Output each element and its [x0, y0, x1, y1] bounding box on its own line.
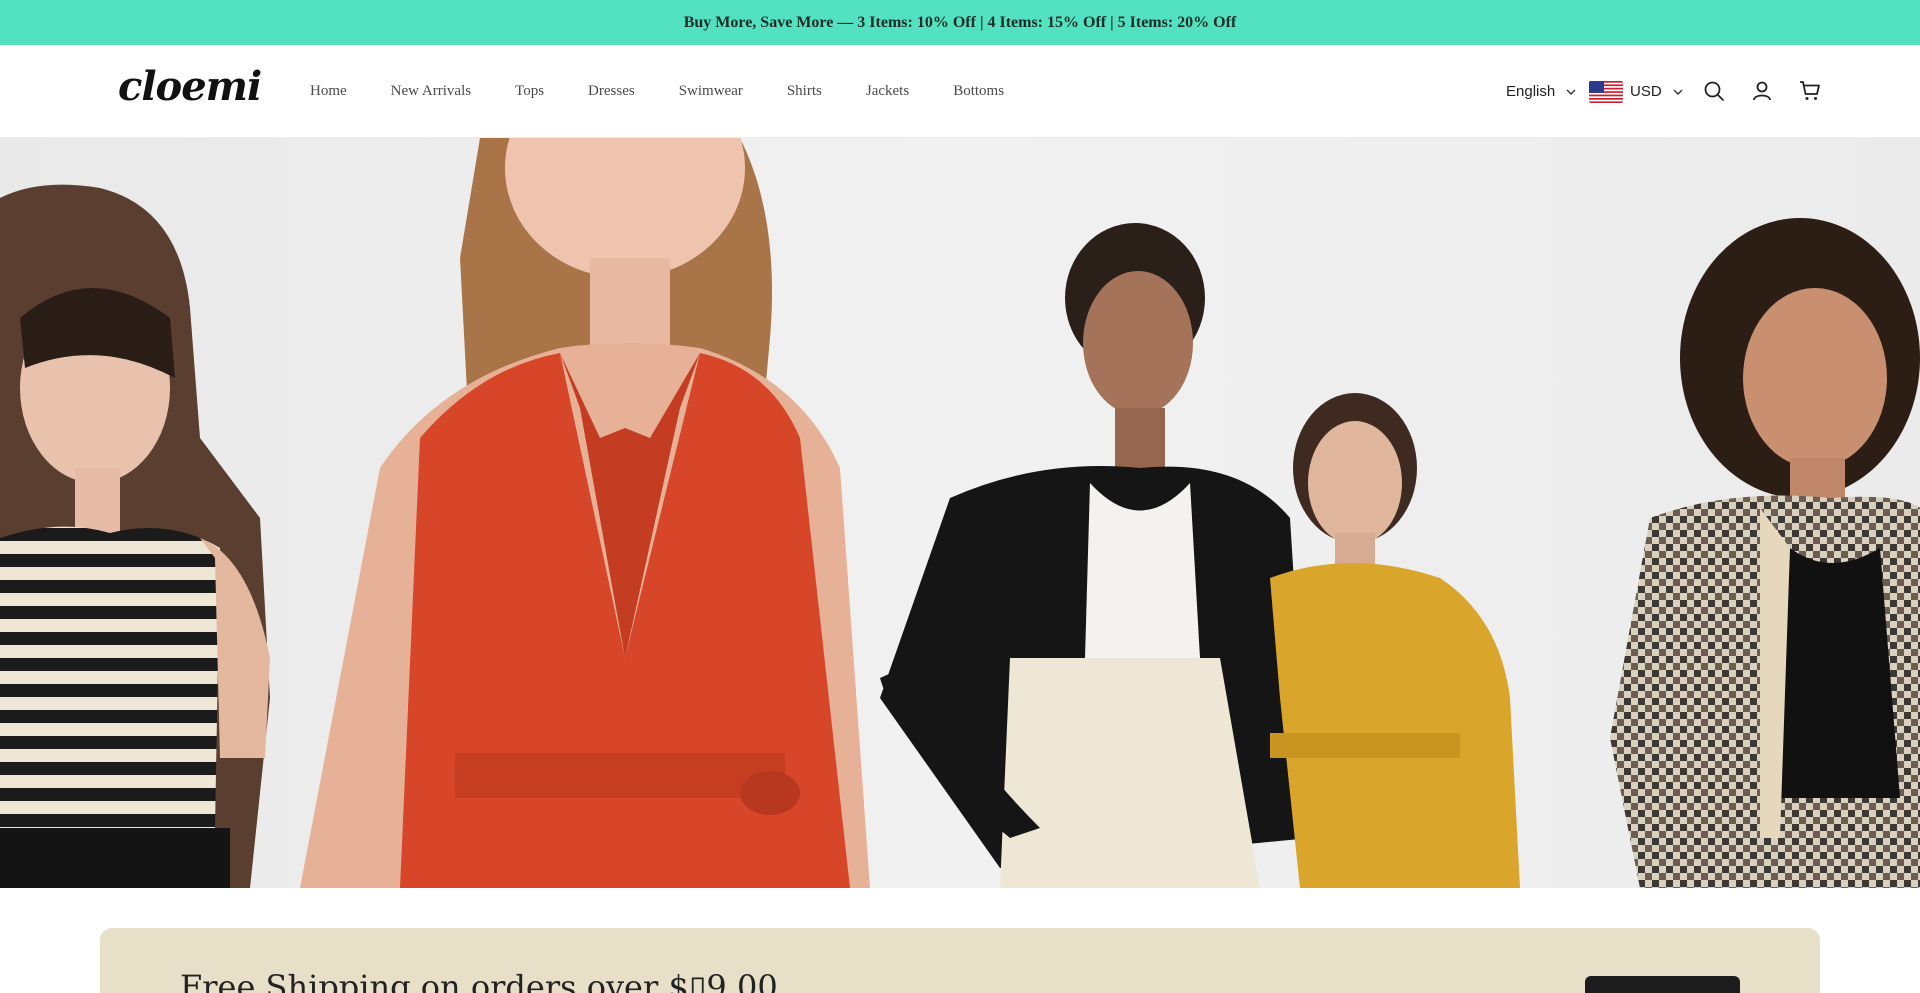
main-nav: Home New Arrivals Tops Dresses Swimwear … [310, 45, 1048, 138]
cart-icon[interactable] [1798, 79, 1822, 103]
shop-now-button[interactable] [1585, 976, 1740, 993]
language-selector[interactable]: English [1506, 45, 1577, 138]
nav-swimwear[interactable]: Swimwear [679, 83, 743, 100]
logo[interactable]: cloemi [118, 63, 262, 110]
announcement-text: Buy More, Save More — 3 Items: 10% Off |… [683, 13, 1237, 31]
search-icon[interactable] [1702, 79, 1726, 103]
nav-dresses[interactable]: Dresses [588, 83, 635, 100]
us-flag-icon [1589, 80, 1623, 103]
nav-new-arrivals[interactable]: New Arrivals [391, 83, 471, 100]
chevron-down-icon [1566, 89, 1576, 95]
nav-jackets[interactable]: Jackets [866, 83, 909, 100]
nav-bottoms[interactable]: Bottoms [953, 83, 1004, 100]
hero-banner[interactable] [0, 138, 1920, 888]
nav-tops[interactable]: Tops [515, 83, 544, 100]
user-icon[interactable] [1750, 79, 1774, 103]
currency-label: USD [1630, 83, 1662, 100]
nav-shirts[interactable]: Shirts [787, 83, 822, 100]
hero-image [0, 138, 1920, 888]
nav-home[interactable]: Home [310, 83, 347, 100]
shipping-banner-text: Free Shipping on orders over $▯9.00 [180, 968, 778, 993]
currency-selector[interactable]: USD [1589, 45, 1684, 138]
language-label: English [1506, 83, 1556, 100]
site-header: cloemi Home New Arrivals Tops Dresses Sw… [0, 45, 1920, 138]
shipping-banner: Free Shipping on orders over $▯9.00 [100, 928, 1820, 993]
announcement-bar: Buy More, Save More — 3 Items: 10% Off |… [0, 0, 1920, 45]
chevron-down-icon [1673, 89, 1683, 95]
